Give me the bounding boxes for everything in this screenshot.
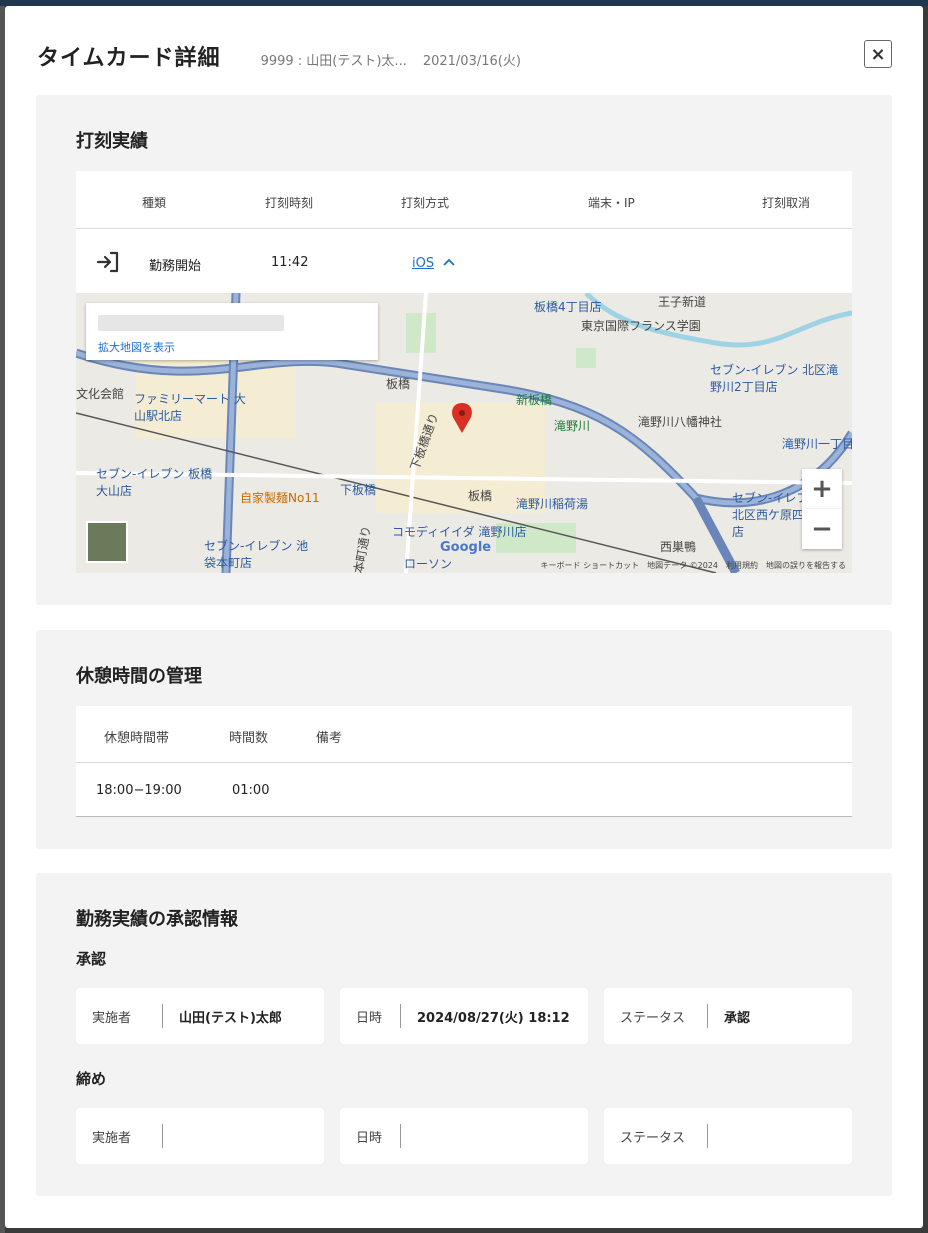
- divider: [76, 762, 852, 763]
- map-label: 新板橋: [516, 393, 553, 407]
- modal-title: タイムカード詳細: [37, 46, 221, 71]
- punch-method-link[interactable]: iOS: [412, 256, 434, 271]
- map-label: コモディイイダ 滝野川店: [392, 525, 527, 539]
- map-label: 下板橋: [340, 483, 377, 497]
- map-label: 西巣鴨: [660, 540, 697, 554]
- punch-type: 勤務開始: [149, 259, 202, 274]
- header-cancel: 打刻取消: [762, 196, 811, 210]
- header-time: 打刻時刻: [265, 196, 314, 210]
- satellite-toggle[interactable]: [86, 521, 128, 563]
- status-label: ステータス: [620, 1131, 686, 1146]
- header-break-note: 備考: [316, 731, 343, 746]
- divider: [400, 1124, 401, 1148]
- location-map[interactable]: 板橋4丁目店 東京国際フランス学園 王子新道 セブン-イレブン 北区滝野川2丁目…: [76, 293, 852, 573]
- break-table: 休憩時間帯 時間数 備考 18:00−19:00 01:00: [76, 706, 852, 817]
- map-label: ファミリーマート 大山駅北店: [134, 392, 246, 423]
- punch-section-title: 打刻実績: [76, 131, 148, 152]
- close-button[interactable]: ×: [864, 40, 892, 68]
- map-attribution[interactable]: キーボード ショートカット 地図データ ©2024 利用規約 地図の誤りを報告す…: [541, 560, 846, 571]
- close-heading: 締め: [76, 1070, 107, 1088]
- map-label: 板橋: [468, 489, 493, 503]
- map-label: セブン-イレブン 池袋本町店: [204, 539, 309, 570]
- close-status-card: ステータス: [604, 1108, 852, 1164]
- status-label: ステータス: [620, 1011, 686, 1026]
- header-break-range: 休憩時間帯: [104, 731, 170, 746]
- close-executor-card: 実施者: [76, 1108, 324, 1164]
- divider: [400, 1004, 401, 1028]
- header-method: 打刻方式: [401, 196, 450, 210]
- datetime-label: 日時: [356, 1131, 383, 1146]
- login-icon: [96, 251, 119, 273]
- map-label: 滝野川一丁目: [782, 437, 852, 451]
- punch-section: 打刻実績 種類 打刻時刻 打刻方式 端末・IP 打刻取消 勤務開始 11:42 …: [36, 95, 892, 605]
- chevron-up-icon[interactable]: [442, 257, 456, 267]
- employee-name: 9999 : 山田(テスト)太...: [260, 54, 407, 69]
- approve-heading: 承認: [76, 950, 107, 968]
- approve-datetime-card: 日時 2024/08/27(火) 18:12: [340, 988, 588, 1044]
- map-label: 王子新道: [658, 295, 707, 309]
- timecard-detail-modal: タイムカード詳細 9999 : 山田(テスト)太... 2021/03/16(火…: [5, 6, 923, 1228]
- punch-table: 種類 打刻時刻 打刻方式 端末・IP 打刻取消 勤務開始 11:42 iOS 板…: [76, 171, 852, 573]
- map-label: 滝野川稲荷湯: [516, 497, 589, 511]
- status-value: 承認: [724, 1011, 751, 1026]
- approve-executor-card: 実施者 山田(テスト)太郎: [76, 988, 324, 1044]
- modal-header: タイムカード詳細 9999 : 山田(テスト)太... 2021/03/16(火…: [37, 40, 521, 80]
- minus-icon: −: [811, 514, 833, 544]
- map-info-box: 拡大地図を表示: [86, 303, 378, 360]
- plus-icon: +: [811, 474, 833, 504]
- close-datetime-card: 日時: [340, 1108, 588, 1164]
- punch-method-toggle[interactable]: iOS: [412, 256, 456, 271]
- datetime-label: 日時: [356, 1011, 383, 1026]
- executor-value: 山田(テスト)太郎: [179, 1011, 282, 1026]
- divider: [76, 816, 852, 817]
- datetime-value: 2024/08/27(火) 18:12: [417, 1011, 570, 1026]
- divider: [707, 1004, 708, 1028]
- map-label: ローソン: [404, 557, 453, 571]
- header-break-hours: 時間数: [229, 731, 269, 746]
- divider: [707, 1124, 708, 1148]
- divider: [76, 228, 852, 229]
- map-label: 板橋: [386, 377, 411, 391]
- zoom-in-button[interactable]: +: [802, 469, 842, 509]
- approve-status-card: ステータス 承認: [604, 988, 852, 1044]
- break-section-title: 休憩時間の管理: [76, 666, 202, 687]
- executor-label: 実施者: [92, 1131, 132, 1146]
- break-range: 18:00−19:00: [96, 783, 182, 798]
- map-label: 東京国際フランス学園: [581, 319, 701, 333]
- break-hours: 01:00: [232, 783, 270, 798]
- close-icon: ×: [870, 43, 886, 65]
- map-label: 滝野川: [554, 419, 591, 433]
- approval-section-title: 勤務実績の承認情報: [76, 909, 238, 930]
- punch-time: 11:42: [271, 255, 309, 270]
- map-label: セブン-イレブン 北区滝野川2丁目店: [710, 363, 839, 394]
- divider: [162, 1124, 163, 1148]
- google-logo: Google: [440, 540, 492, 555]
- map-label: 自家製麺No11: [240, 491, 320, 505]
- zoom-out-button[interactable]: −: [802, 509, 842, 549]
- divider: [162, 1004, 163, 1028]
- break-section: 休憩時間の管理 休憩時間帯 時間数 備考 18:00−19:00 01:00: [36, 630, 892, 849]
- approval-section: 勤務実績の承認情報 承認 実施者 山田(テスト)太郎 日時 2024/08/27…: [36, 873, 892, 1196]
- map-label: 滝野川八幡神社: [638, 415, 723, 429]
- executor-label: 実施者: [92, 1011, 132, 1026]
- map-label: セブン-イレブン 板橋大山店: [96, 467, 213, 498]
- record-date: 2021/03/16(火): [422, 54, 521, 69]
- header-device: 端末・IP: [588, 196, 635, 210]
- map-label: 文化会館: [76, 387, 125, 401]
- map-label: 板橋4丁目店: [534, 300, 602, 314]
- header-type: 種類: [142, 196, 167, 210]
- address-redacted: [98, 315, 284, 331]
- open-large-map-link[interactable]: 拡大地図を表示: [98, 339, 175, 355]
